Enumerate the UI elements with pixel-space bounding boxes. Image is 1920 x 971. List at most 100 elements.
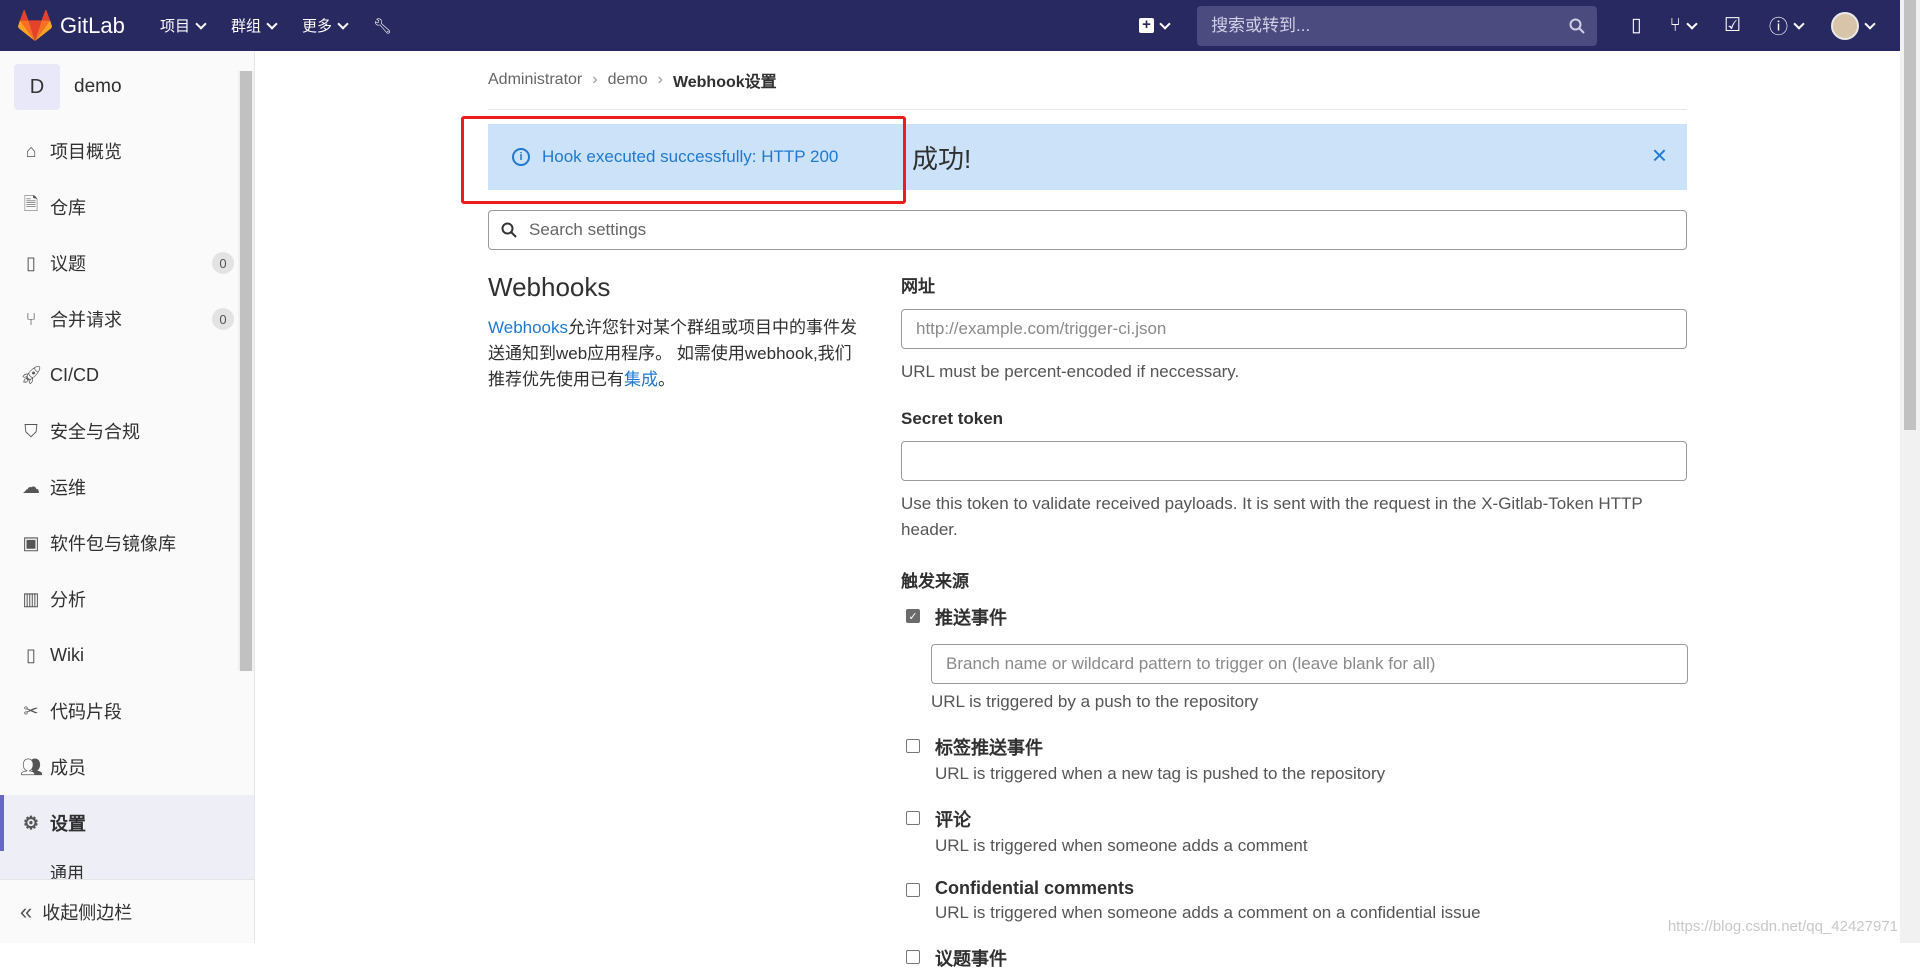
breadcrumb-administrator[interactable]: Administrator bbox=[488, 71, 582, 89]
info-icon: i bbox=[512, 148, 530, 166]
settings-search bbox=[488, 210, 1687, 250]
confidential-comments-checkbox[interactable] bbox=[906, 883, 920, 897]
tag-push-content: 标签推送事件 URL is triggered when a new tag i… bbox=[935, 734, 1385, 784]
nav-more-label: 更多 bbox=[302, 18, 333, 35]
comments-option: 评论 URL is triggered when someone adds a … bbox=[901, 806, 1687, 856]
push-events-details: URL is triggered by a push to the reposi… bbox=[931, 630, 1688, 712]
comments-help: URL is triggered when someone adds a com… bbox=[935, 836, 1308, 855]
todos-icon[interactable]: ☑ bbox=[1724, 14, 1741, 37]
secret-token-input[interactable] bbox=[901, 441, 1687, 481]
nav-menu: 项目 群组 更多 🔧︎ bbox=[160, 15, 418, 36]
sidebar-item-members[interactable]: 👥︎ 成员 bbox=[0, 739, 254, 795]
page-scrollbar[interactable] bbox=[1900, 0, 1920, 943]
page-scroll-thumb[interactable] bbox=[1904, 0, 1916, 430]
sidebar-item-analytics[interactable]: ▥ 分析 bbox=[0, 571, 254, 627]
user-menu[interactable] bbox=[1831, 11, 1876, 40]
sidebar-item-repository[interactable]: 🗎︎ 仓库 bbox=[0, 179, 254, 235]
sidebar-item-label: 议题 bbox=[50, 254, 86, 274]
project-avatar: D bbox=[14, 64, 60, 110]
webhooks-description: Webhooks允许您针对某个群组或项目中的事件发送通知到web应用程序。 如需… bbox=[488, 315, 861, 393]
gitlab-logo[interactable]: GitLab bbox=[18, 9, 130, 42]
webhook-form: 网址 URL must be percent-encoded if necces… bbox=[901, 272, 1688, 971]
confidential-comments-content: Confidential comments URL is triggered w… bbox=[935, 878, 1481, 923]
sidebar-item-wiki[interactable]: ▯ Wiki bbox=[0, 627, 254, 683]
nav-projects-menu[interactable]: 项目 bbox=[160, 15, 207, 36]
collapse-sidebar-button[interactable]: « 收起侧边栏 bbox=[0, 879, 254, 943]
issue-events-title: 议题事件 bbox=[935, 949, 1007, 969]
sidebar-item-snippets[interactable]: ✂ 代码片段 bbox=[0, 683, 254, 739]
package-icon: ▣ bbox=[22, 532, 40, 553]
cloud-icon: ☁ bbox=[22, 476, 40, 497]
push-events-help: URL is triggered by a push to the reposi… bbox=[931, 692, 1259, 711]
double-chevron-left-icon: « bbox=[20, 898, 33, 924]
sidebar-item-operations[interactable]: ☁ 运维 bbox=[0, 459, 254, 515]
chevron-down-icon bbox=[1864, 17, 1876, 30]
sidebar-item-cicd[interactable]: 🚀︎ CI/CD bbox=[0, 347, 254, 403]
sidebar-item-label: 项目概览 bbox=[50, 142, 122, 162]
gear-icon: ⚙ bbox=[22, 812, 40, 833]
webhooks-docs-link[interactable]: Webhooks bbox=[488, 318, 568, 337]
help-icon[interactable]: ⓘ bbox=[1769, 12, 1805, 39]
nav-groups-menu[interactable]: 群组 bbox=[231, 15, 278, 36]
project-name: demo bbox=[74, 76, 122, 97]
global-search bbox=[1197, 5, 1598, 46]
url-input[interactable] bbox=[901, 309, 1687, 349]
webhooks-desc-end: 。 bbox=[658, 370, 675, 389]
nav-more-menu[interactable]: 更多 bbox=[302, 15, 349, 36]
integrations-link[interactable]: 集成 bbox=[624, 370, 658, 389]
flash-message-text: Hook executed successfully: HTTP 200 bbox=[542, 147, 839, 166]
issue-events-option: 议题事件 bbox=[901, 945, 1687, 971]
home-icon: ⌂ bbox=[25, 140, 37, 161]
confidential-comments-option: Confidential comments URL is triggered w… bbox=[901, 878, 1687, 923]
breadcrumb-demo[interactable]: demo bbox=[608, 71, 648, 89]
sidebar-item-label: 仓库 bbox=[50, 198, 86, 218]
breadcrumb: Administrator › demo › Webhook设置 bbox=[488, 51, 1687, 110]
comments-checkbox[interactable] bbox=[906, 811, 920, 825]
close-icon[interactable]: × bbox=[1652, 140, 1667, 171]
book-icon: ▯ bbox=[26, 644, 36, 665]
tag-push-help: URL is triggered when a new tag is pushe… bbox=[935, 764, 1386, 783]
users-icon: 👥︎ bbox=[20, 756, 43, 777]
sidebar-item-label: 成员 bbox=[50, 758, 86, 778]
settings-search-input[interactable] bbox=[527, 219, 1686, 241]
tag-push-checkbox[interactable] bbox=[906, 739, 920, 753]
push-events-content: 推送事件 bbox=[935, 604, 1007, 630]
sidebar-item-packages[interactable]: ▣ 软件包与镜像库 bbox=[0, 515, 254, 571]
tag-push-option: 标签推送事件 URL is triggered when a new tag i… bbox=[901, 734, 1687, 784]
trigger-label: 触发来源 bbox=[901, 572, 969, 591]
sidebar-item-overview[interactable]: ⌂ 项目概览 bbox=[0, 123, 254, 179]
sidebar-item-settings[interactable]: ⚙ 设置 bbox=[0, 795, 254, 851]
sidebar-item-security[interactable]: ⛉ 安全与合规 bbox=[0, 403, 254, 459]
watermark: https://blog.csdn.net/qq_42427971 bbox=[1667, 918, 1898, 935]
new-dropdown-button[interactable]: + bbox=[1139, 17, 1171, 33]
admin-wrench-icon[interactable]: 🔧︎ bbox=[373, 17, 392, 35]
issues-count-badge: 0 bbox=[212, 252, 234, 274]
confidential-comments-help: URL is triggered when someone adds a com… bbox=[935, 903, 1481, 922]
sidebar-item-label: 运维 bbox=[50, 478, 86, 498]
webhook-settings-section: Webhooks Webhooks允许您针对某个群组或项目中的事件发送通知到we… bbox=[488, 272, 1688, 971]
project-header[interactable]: D demo bbox=[0, 51, 254, 123]
shield-icon: ⛉ bbox=[24, 420, 38, 441]
issue-events-checkbox[interactable] bbox=[906, 950, 920, 964]
push-events-checkbox[interactable]: ✓ bbox=[906, 609, 920, 623]
navbar-right: + ▯ ⑂ ☑ ⓘ bbox=[1139, 0, 1900, 51]
nav-projects-label: 项目 bbox=[160, 18, 191, 35]
issues-icon[interactable]: ▯ bbox=[1631, 14, 1641, 37]
comments-title: 评论 bbox=[935, 810, 971, 830]
global-search-input[interactable] bbox=[1209, 14, 1570, 37]
merge-requests-icon[interactable]: ⑂ bbox=[1670, 15, 1698, 37]
brand-name: GitLab bbox=[60, 12, 125, 38]
confidential-comments-title: Confidential comments bbox=[935, 878, 1135, 898]
sidebar-item-label: Wiki bbox=[50, 644, 84, 665]
comments-content: 评论 URL is triggered when someone adds a … bbox=[935, 806, 1308, 856]
sidebar-item-issues[interactable]: ▯ 议题 0 bbox=[0, 235, 254, 291]
flash-notice: i Hook executed successfully: HTTP 200 成… bbox=[461, 116, 1687, 204]
chart-icon: ▥ bbox=[22, 588, 40, 609]
document-icon: 🗎︎ bbox=[23, 194, 39, 214]
breadcrumb-current[interactable]: Webhook设置 bbox=[673, 68, 777, 92]
search-icon bbox=[1569, 18, 1585, 34]
sidebar-item-label: 安全与合规 bbox=[50, 422, 140, 442]
sidebar-item-merge-requests[interactable]: ⑂ 合并请求 0 bbox=[0, 291, 254, 347]
push-events-title: 推送事件 bbox=[935, 608, 1007, 628]
branch-filter-input[interactable] bbox=[931, 644, 1688, 684]
